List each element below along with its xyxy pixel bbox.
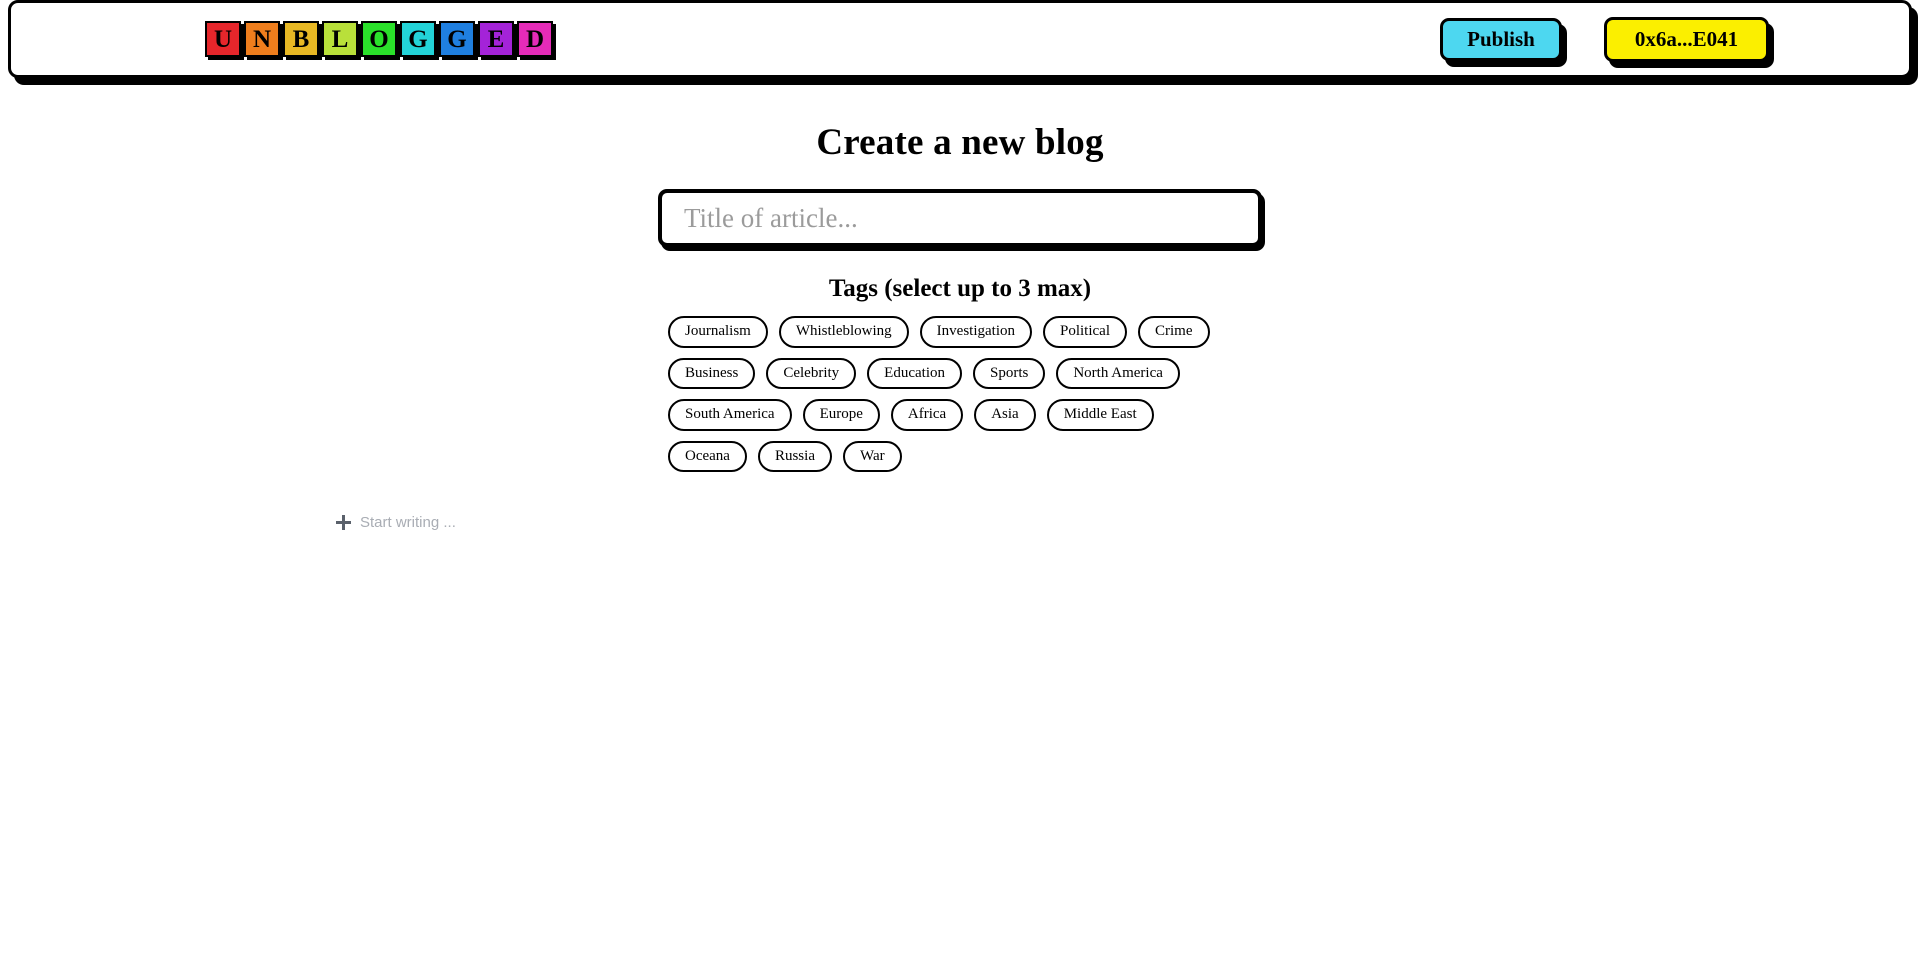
- logo-tile-g-5: G: [400, 21, 436, 57]
- header: UNBLOGGED Publish 0x6a...E041: [8, 0, 1912, 78]
- logo-tile-g-6: G: [439, 21, 475, 57]
- tag-list: Journalism Whistleblowing Investigation Pol…: [668, 316, 1228, 472]
- tag-pill[interactable]: Education: [867, 357, 962, 389]
- publish-button[interactable]: Publish: [1440, 17, 1562, 61]
- tag-pill[interactable]: Celebrity: [766, 357, 857, 389]
- tag-pill[interactable]: Russia: [757, 440, 832, 472]
- tag-pill[interactable]: Middle East: [1046, 399, 1154, 431]
- title-input-row: [0, 189, 1920, 247]
- logo-tile-d-8: D: [517, 21, 553, 57]
- unblogged-logo[interactable]: UNBLOGGED: [205, 21, 553, 57]
- tag-pill[interactable]: Business: [668, 357, 756, 389]
- header-actions: Publish 0x6a...E041: [1440, 16, 1881, 62]
- tag-pill[interactable]: Political: [1043, 316, 1127, 348]
- article-title-input[interactable]: [658, 189, 1262, 247]
- tag-pill[interactable]: War: [842, 440, 902, 472]
- tag-pill[interactable]: Oceana: [668, 440, 747, 472]
- tag-pill[interactable]: Journalism: [668, 316, 768, 348]
- logo-tile-l-3: L: [322, 21, 358, 57]
- logo-tile-e-7: E: [478, 21, 514, 57]
- header-bar: UNBLOGGED Publish 0x6a...E041: [0, 0, 1920, 88]
- logo-tile-b-2: B: [283, 21, 319, 57]
- editor-area[interactable]: Start writing ...: [0, 514, 1920, 531]
- tag-pill[interactable]: Europe: [802, 399, 880, 431]
- tag-pill[interactable]: Africa: [890, 399, 964, 431]
- tag-pill[interactable]: North America: [1056, 357, 1180, 389]
- tags-heading: Tags (select up to 3 max): [828, 275, 1092, 302]
- tag-pill[interactable]: Asia: [974, 399, 1036, 431]
- tag-pill[interactable]: Crime: [1138, 316, 1210, 348]
- main-content: Create a new blog Tags (select up to 3 m…: [0, 121, 1920, 531]
- logo-tile-n-1: N: [244, 21, 280, 57]
- tag-pill[interactable]: Sports: [973, 357, 1046, 389]
- page-title: Create a new blog: [816, 122, 1104, 163]
- tag-pill[interactable]: Investigation: [919, 316, 1032, 348]
- logo-tile-u-0: U: [205, 21, 241, 57]
- tag-pill[interactable]: Whistleblowing: [778, 316, 909, 348]
- plus-icon[interactable]: [336, 515, 351, 530]
- logo-tile-o-4: O: [361, 21, 397, 57]
- editor-placeholder[interactable]: Start writing ...: [360, 514, 456, 531]
- tag-pill[interactable]: South America: [668, 399, 792, 431]
- wallet-address-button[interactable]: 0x6a...E041: [1604, 16, 1769, 62]
